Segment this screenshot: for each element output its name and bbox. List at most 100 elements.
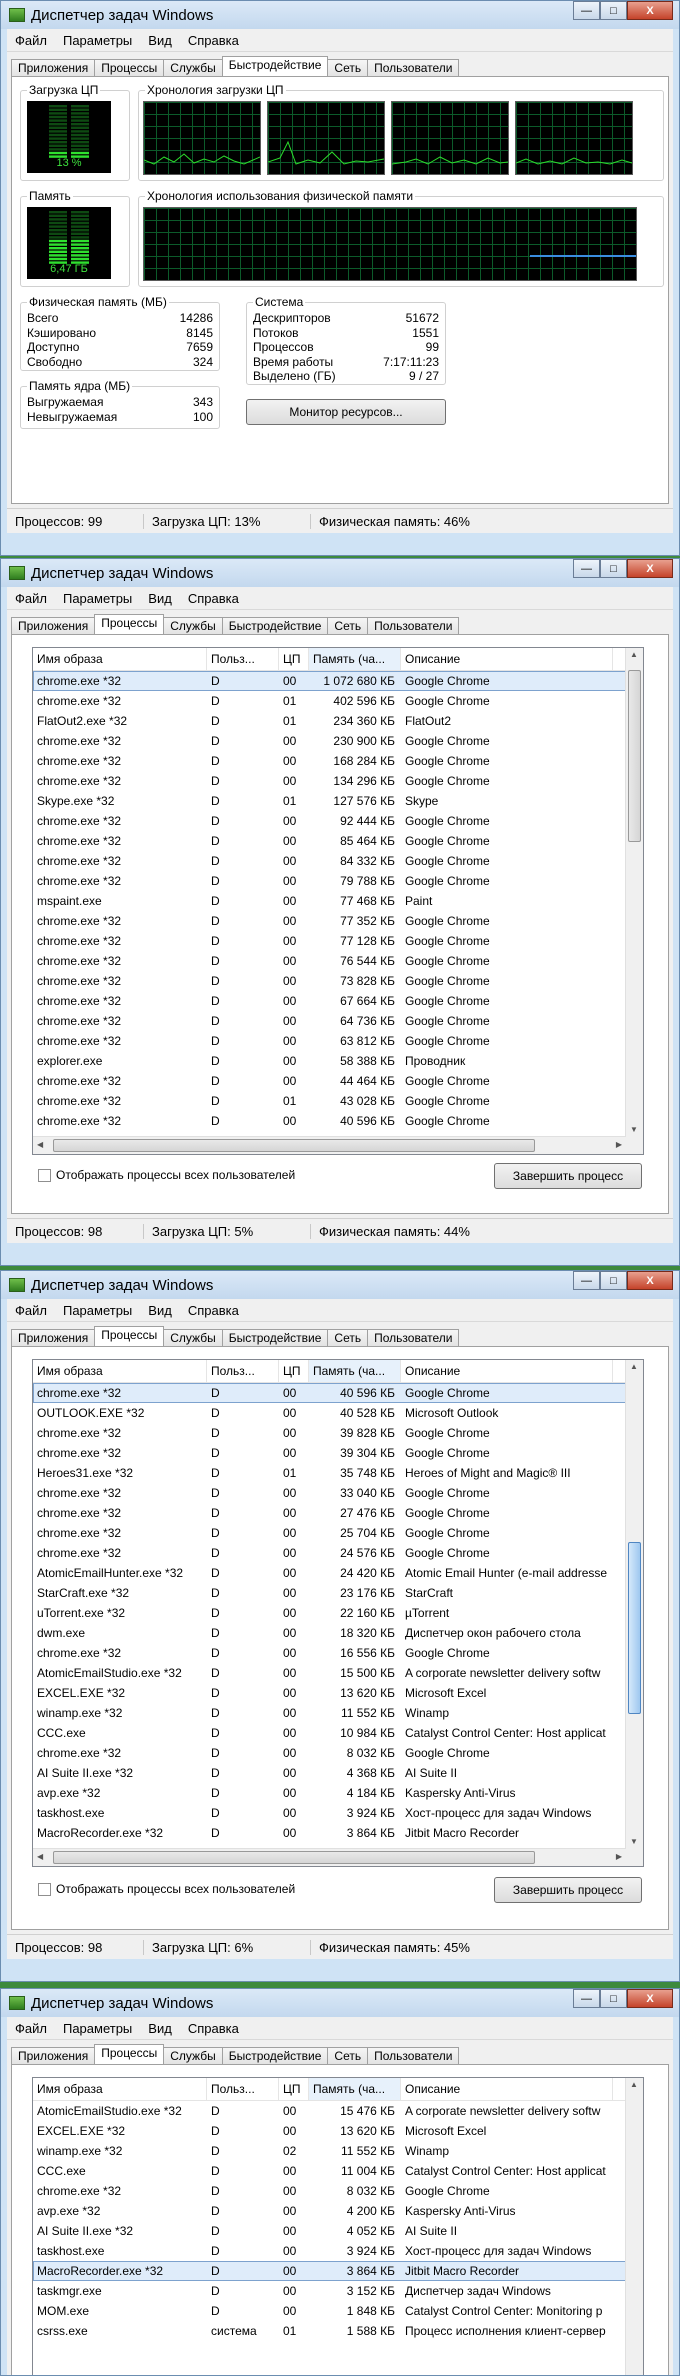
- table-row[interactable]: CCC.exe D 00 10 984 КБ Catalyst Control Cent…: [33, 1723, 643, 1743]
- col-memory[interactable]: Память (ча...: [309, 648, 401, 670]
- tab-performance[interactable]: Быстродействие: [221, 617, 329, 634]
- table-row[interactable]: OUTLOOK.EXE *32 D 00 40 528 КБ Microsoft Out…: [33, 1403, 643, 1423]
- table-row[interactable]: chrome.exe *32 D 00 63 812 КБ Google Chrome: [33, 1031, 643, 1051]
- menu-options[interactable]: Параметры: [55, 591, 140, 606]
- tab-processes[interactable]: Процессы: [94, 614, 165, 634]
- horizontal-scroll-thumb[interactable]: [53, 1139, 535, 1152]
- table-row[interactable]: chrome.exe *32 D 01 402 596 КБ Google Chrome: [33, 691, 643, 711]
- table-row[interactable]: winamp.exe *32 D 00 11 552 КБ Winamp: [33, 1703, 643, 1723]
- table-row[interactable]: chrome.exe *32 D 00 8 032 КБ Google Chrome: [33, 2181, 643, 2201]
- maximize-button[interactable]: □: [600, 1, 627, 20]
- table-row[interactable]: AI Suite II.exe *32 D 00 4 368 КБ AI Suite I…: [33, 1763, 643, 1783]
- table-row[interactable]: chrome.exe *32 D 00 230 900 КБ Google Chrome: [33, 731, 643, 751]
- table-row[interactable]: explorer.exe D 00 58 388 КБ Проводник: [33, 1051, 643, 1071]
- scroll-up-icon[interactable]: ▲: [630, 2080, 638, 2089]
- col-description[interactable]: Описание: [401, 2078, 613, 2100]
- table-row[interactable]: FlatOut2.exe *32 D 01 234 360 КБ FlatOut2: [33, 711, 643, 731]
- table-row[interactable]: chrome.exe *32 D 00 79 788 КБ Google Chrome: [33, 871, 643, 891]
- tab-network[interactable]: Сеть: [327, 617, 369, 634]
- scroll-up-icon[interactable]: ▲: [630, 650, 638, 659]
- tab-services[interactable]: Службы: [163, 2047, 223, 2064]
- table-row[interactable]: dwm.exe D 00 18 320 КБ Диспетчер окон рабоче…: [33, 1623, 643, 1643]
- horizontal-scroll-thumb[interactable]: [53, 1851, 535, 1864]
- col-memory[interactable]: Память (ча...: [309, 2078, 401, 2100]
- scroll-left-icon[interactable]: ◀: [37, 1140, 43, 1149]
- menu-file[interactable]: Файл: [7, 591, 55, 606]
- process-list[interactable]: Имя образа Польз... ЦП Память (ча... Опи…: [32, 1359, 644, 1867]
- table-row[interactable]: chrome.exe *32 D 00 40 596 КБ Google Chrome: [33, 1383, 643, 1403]
- table-row[interactable]: uTorrent.exe *32 D 00 22 160 КБ µTorrent: [33, 1603, 643, 1623]
- tab-services[interactable]: Службы: [163, 617, 223, 634]
- close-button[interactable]: X: [627, 1, 673, 20]
- table-row[interactable]: chrome.exe *32 D 00 77 352 КБ Google Chrome: [33, 911, 643, 931]
- close-button[interactable]: X: [627, 1271, 673, 1290]
- table-row[interactable]: MacroRecorder.exe *32 D 00 3 864 КБ Jitbit M…: [33, 1823, 643, 1843]
- horizontal-scrollbar[interactable]: ◀ ▶: [33, 1848, 626, 1866]
- col-description[interactable]: Описание: [401, 1360, 613, 1382]
- table-row[interactable]: chrome.exe *32 D 00 85 464 КБ Google Chrome: [33, 831, 643, 851]
- tab-network[interactable]: Сеть: [327, 2047, 369, 2064]
- tab-applications[interactable]: Приложения: [11, 59, 96, 76]
- table-row[interactable]: AtomicEmailHunter.exe *32 D 00 24 420 КБ Ato…: [33, 1563, 643, 1583]
- table-row[interactable]: MOM.exe D 00 1 848 КБ Catalyst Control Cente…: [33, 2301, 643, 2321]
- resource-monitor-button[interactable]: Монитор ресурсов...: [246, 399, 446, 425]
- menu-options[interactable]: Параметры: [55, 2021, 140, 2036]
- minimize-button[interactable]: —: [573, 559, 600, 578]
- table-row[interactable]: taskhost.exe D 00 3 924 КБ Хост-процесс для …: [33, 1803, 643, 1823]
- menu-view[interactable]: Вид: [140, 1303, 180, 1318]
- table-row[interactable]: avp.exe *32 D 00 4 200 КБ Kaspersky Anti-Vir…: [33, 2201, 643, 2221]
- menu-options[interactable]: Параметры: [55, 33, 140, 48]
- tab-performance[interactable]: Быстродействие: [221, 1329, 329, 1346]
- table-row[interactable]: mspaint.exe D 00 77 468 КБ Paint: [33, 891, 643, 911]
- title-bar[interactable]: Диспетчер задач Windows — □ X: [1, 559, 679, 587]
- maximize-button[interactable]: □: [600, 1989, 627, 2008]
- table-row[interactable]: chrome.exe *32 D 00 84 332 КБ Google Chrome: [33, 851, 643, 871]
- close-button[interactable]: X: [627, 1989, 673, 2008]
- tab-network[interactable]: Сеть: [327, 59, 369, 76]
- tab-services[interactable]: Службы: [163, 1329, 223, 1346]
- table-row[interactable]: EXCEL.EXE *32 D 00 13 620 КБ Microsoft Excel: [33, 2121, 643, 2141]
- table-row[interactable]: AtomicEmailStudio.exe *32 D 00 15 500 КБ A c…: [33, 1663, 643, 1683]
- scroll-up-icon[interactable]: ▲: [630, 1362, 638, 1371]
- table-row[interactable]: chrome.exe *32 D 00 73 828 КБ Google Chrome: [33, 971, 643, 991]
- show-all-users-checkbox[interactable]: [38, 1169, 51, 1182]
- table-row[interactable]: chrome.exe *32 D 00 44 464 КБ Google Chrome: [33, 1071, 643, 1091]
- col-user[interactable]: Польз...: [207, 1360, 279, 1382]
- table-row[interactable]: csrss.exe система 01 1 588 КБ Процесс исполн…: [33, 2321, 643, 2341]
- col-image-name[interactable]: Имя образа: [33, 1360, 207, 1382]
- table-row[interactable]: AtomicEmailStudio.exe *32 D 00 15 476 КБ A c…: [33, 2101, 643, 2121]
- show-all-users-checkbox[interactable]: [38, 1883, 51, 1896]
- table-row[interactable]: chrome.exe *32 D 00 8 032 КБ Google Chrome: [33, 1743, 643, 1763]
- menu-file[interactable]: Файл: [7, 2021, 55, 2036]
- col-image-name[interactable]: Имя образа: [33, 648, 207, 670]
- table-row[interactable]: Skype.exe *32 D 01 127 576 КБ Skype: [33, 791, 643, 811]
- menu-help[interactable]: Справка: [180, 2021, 247, 2036]
- tab-processes[interactable]: Процессы: [94, 1326, 165, 1346]
- title-bar[interactable]: Диспетчер задач Windows — □ X: [1, 1989, 679, 2017]
- tab-users[interactable]: Пользователи: [367, 1329, 460, 1346]
- table-row[interactable]: winamp.exe *32 D 02 11 552 КБ Winamp: [33, 2141, 643, 2161]
- table-row[interactable]: chrome.exe *32 D 00 168 284 КБ Google Chrome: [33, 751, 643, 771]
- table-row[interactable]: chrome.exe *32 D 00 16 556 КБ Google Chrome: [33, 1643, 643, 1663]
- minimize-button[interactable]: —: [573, 1, 600, 20]
- end-process-button[interactable]: Завершить процесс: [494, 1163, 642, 1189]
- col-image-name[interactable]: Имя образа: [33, 2078, 207, 2100]
- scroll-right-icon[interactable]: ▶: [616, 1852, 622, 1861]
- tab-network[interactable]: Сеть: [327, 1329, 369, 1346]
- scroll-right-icon[interactable]: ▶: [616, 1140, 622, 1149]
- table-row[interactable]: chrome.exe *32 D 01 43 028 КБ Google Chrome: [33, 1091, 643, 1111]
- col-user[interactable]: Польз...: [207, 648, 279, 670]
- scroll-left-icon[interactable]: ◀: [37, 1852, 43, 1861]
- table-row[interactable]: chrome.exe *32 D 00 24 576 КБ Google Chrome: [33, 1543, 643, 1563]
- menu-help[interactable]: Справка: [180, 1303, 247, 1318]
- table-row[interactable]: Heroes31.exe *32 D 01 35 748 КБ Heroes of Mi…: [33, 1463, 643, 1483]
- table-row[interactable]: chrome.exe *32 D 00 1 072 680 КБ Google Chro…: [33, 671, 643, 691]
- process-list[interactable]: Имя образа Польз... ЦП Память (ча... Опи…: [32, 2077, 644, 2375]
- table-row[interactable]: avp.exe *32 D 00 4 184 КБ Kaspersky Anti-Vir…: [33, 1783, 643, 1803]
- col-memory[interactable]: Память (ча...: [309, 1360, 401, 1382]
- table-row[interactable]: taskhost.exe D 00 3 924 КБ Хост-процесс для …: [33, 2241, 643, 2261]
- process-list[interactable]: Имя образа Польз... ЦП Память (ча... Опи…: [32, 647, 644, 1155]
- menu-view[interactable]: Вид: [140, 591, 180, 606]
- table-row[interactable]: chrome.exe *32 D 00 40 596 КБ Google Chrome: [33, 1111, 643, 1131]
- table-row[interactable]: CCC.exe D 00 11 004 КБ Catalyst Control Cent…: [33, 2161, 643, 2181]
